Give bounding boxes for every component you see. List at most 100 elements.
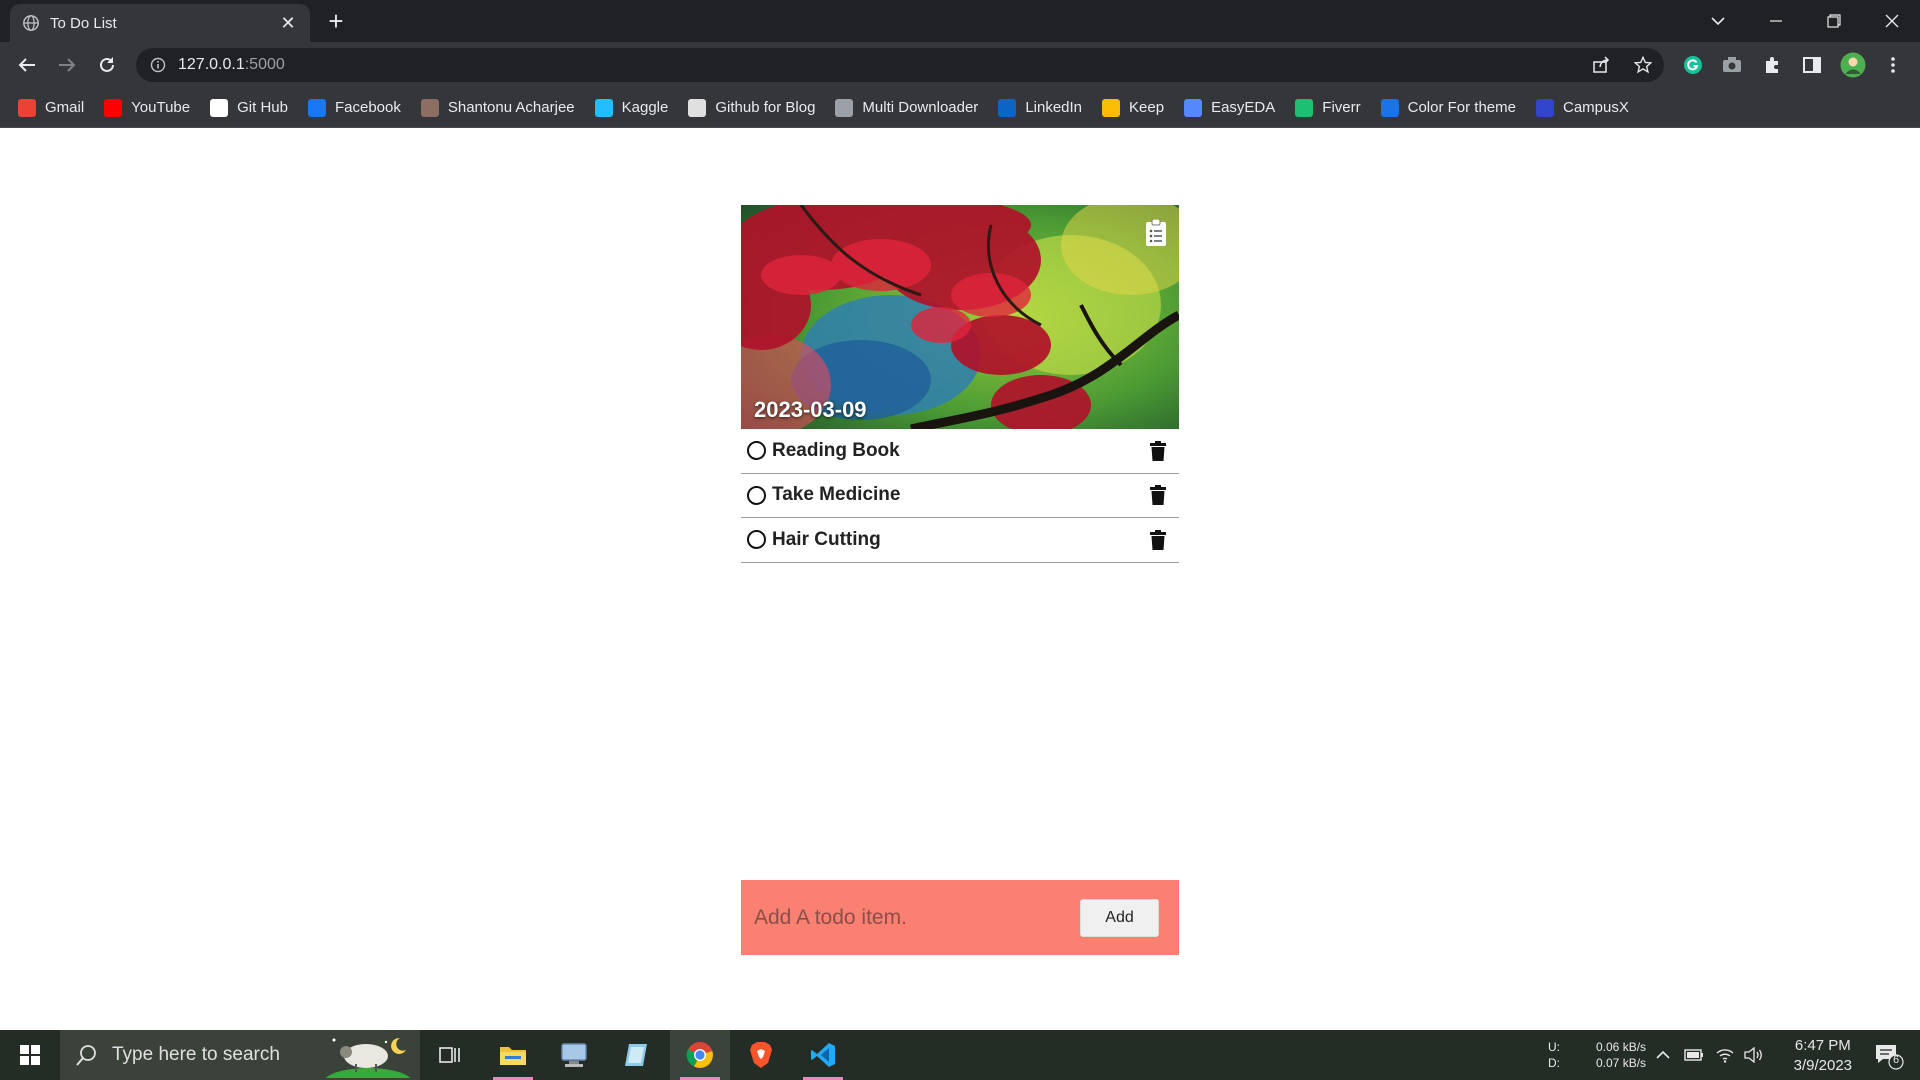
wifi-status[interactable] (1716, 1030, 1734, 1080)
kebab-menu-icon (1891, 57, 1895, 73)
extensions-button[interactable] (1757, 50, 1787, 80)
star-icon (1634, 56, 1652, 74)
system-clock[interactable]: 6:47 PM 3/9/2023 (1794, 1036, 1852, 1076)
bookmark-github-for-blog[interactable]: Github for Blog (688, 94, 815, 122)
grammarly-extension[interactable] (1678, 50, 1708, 80)
todo-text: Reading Book (772, 439, 900, 461)
url-port: :5000 (244, 56, 285, 73)
github-icon (210, 98, 229, 117)
download-label: D: (1548, 1056, 1560, 1070)
share-button[interactable] (1586, 50, 1616, 80)
upload-label: U: (1548, 1040, 1560, 1054)
download-speed: 0.07 kB/s (1596, 1056, 1647, 1070)
profile-button[interactable] (1838, 50, 1868, 80)
bookmark-youtube[interactable]: YouTube (104, 94, 190, 122)
notification-center-button[interactable]: 6 (1874, 1042, 1904, 1070)
show-hidden-icons-button[interactable] (1656, 1030, 1670, 1080)
todo-item: Hair Cutting (741, 518, 1179, 563)
kaggle-icon (594, 98, 613, 117)
camera-icon (1723, 57, 1741, 72)
wifi-icon (1716, 1049, 1734, 1063)
bookmark-facebook[interactable]: Facebook (307, 94, 401, 122)
new-tab-button[interactable]: + (322, 8, 350, 36)
file-explorer-app[interactable] (483, 1030, 543, 1080)
notepad-app[interactable] (606, 1030, 666, 1080)
bookmarks-bar: Gmail YouTube Git Hub Facebook Shantonu Acha… (0, 88, 1920, 128)
start-button[interactable] (0, 1030, 60, 1080)
minimize-button[interactable] (1748, 0, 1804, 42)
todo-card: 2023-03-09 Reading Book Take Medicine Hair… (741, 205, 1179, 563)
todo-checkbox[interactable] (747, 485, 766, 505)
browser-tab[interactable]: To Do List ✕ (10, 4, 310, 42)
close-window-button[interactable] (1864, 0, 1920, 42)
bookmark-label: Gmail (45, 99, 85, 116)
menu-button[interactable] (1878, 50, 1908, 80)
windows-icon (20, 1045, 40, 1065)
todo-input[interactable] (754, 905, 1080, 930)
bookmark-git-hub[interactable]: Git Hub (210, 94, 288, 122)
tab-search-button[interactable] (1690, 0, 1746, 42)
reload-button[interactable] (92, 50, 122, 80)
tab-close-icon[interactable]: ✕ (278, 13, 298, 34)
volume-control[interactable] (1744, 1030, 1764, 1080)
info-icon[interactable] (150, 57, 166, 73)
bookmark-multi-downloader[interactable]: Multi Downloader (835, 94, 978, 122)
globe-icon (23, 15, 39, 31)
system-app[interactable] (544, 1030, 604, 1080)
chevron-up-icon (1656, 1050, 1670, 1059)
bookmark-gmail[interactable]: Gmail (18, 94, 84, 122)
trash-icon[interactable] (1149, 529, 1167, 550)
bookmark-campusx[interactable]: CampusX (1535, 94, 1629, 122)
bookmark-shantonu-acharjee[interactable]: Shantonu Acharjee (420, 94, 575, 122)
bookmark-label: Color For theme (1407, 99, 1516, 116)
todo-item: Take Medicine (741, 474, 1179, 518)
todo-checkbox[interactable] (747, 441, 766, 461)
bookmark-linkedin[interactable]: LinkedIn (998, 94, 1082, 122)
side-panel-button[interactable] (1797, 50, 1827, 80)
add-todo-form: Add (741, 880, 1179, 955)
restore-button[interactable] (1806, 0, 1862, 42)
bookmark-easyeda[interactable]: EasyEDA (1184, 94, 1275, 122)
trash-icon[interactable] (1149, 440, 1167, 461)
address-bar[interactable]: 127.0.0.1 :5000 (136, 48, 1664, 82)
speaker-icon (1744, 1047, 1762, 1063)
bookmark-label: YouTube (131, 99, 191, 116)
bookmark-keep[interactable]: Keep (1102, 94, 1164, 122)
chrome-app[interactable] (670, 1030, 730, 1080)
taskbar-search[interactable]: Type here to search (60, 1030, 420, 1080)
battery-status[interactable] (1684, 1030, 1704, 1080)
minimize-icon (1770, 20, 1782, 22)
add-button[interactable]: Add (1080, 898, 1159, 937)
bookmark-label: Shantonu Acharjee (447, 99, 575, 116)
header-banner: 2023-03-09 (741, 205, 1179, 429)
bookmark-fiverr[interactable]: Fiverr (1295, 94, 1361, 122)
brave-app[interactable] (731, 1030, 791, 1080)
tab-title: To Do List (50, 14, 117, 32)
bookmark-color-for-theme[interactable]: Color For theme (1380, 94, 1516, 122)
screenshot-extension[interactable] (1717, 50, 1747, 80)
trash-icon[interactable] (1149, 485, 1167, 506)
linkedin-icon (998, 98, 1017, 117)
globe-icon (835, 98, 854, 117)
forward-button[interactable] (52, 50, 82, 80)
task-view-icon (439, 1047, 460, 1063)
computer-icon (561, 1043, 587, 1067)
task-view-button[interactable] (420, 1030, 480, 1080)
bookmark-label: Github for Blog (715, 99, 816, 116)
tab-strip: To Do List ✕ + (0, 0, 1920, 42)
vscode-app[interactable] (793, 1030, 853, 1080)
bookmark-star-button[interactable] (1628, 50, 1658, 80)
back-button[interactable] (12, 50, 42, 80)
todo-checkbox[interactable] (747, 530, 766, 550)
folder-icon (500, 1047, 526, 1065)
share-icon (1593, 56, 1610, 73)
battery-icon (1684, 1049, 1703, 1061)
gmail-icon (18, 98, 36, 117)
url-host: 127.0.0.1 (178, 56, 245, 73)
search-icon (76, 1045, 96, 1066)
bookmark-kaggle[interactable]: Kaggle (594, 94, 668, 122)
arrow-left-icon (18, 58, 35, 72)
fiverr-icon (1295, 98, 1314, 117)
bookmark-label: Facebook (334, 99, 401, 116)
browser-toolbar: 127.0.0.1 :5000 (0, 42, 1920, 88)
